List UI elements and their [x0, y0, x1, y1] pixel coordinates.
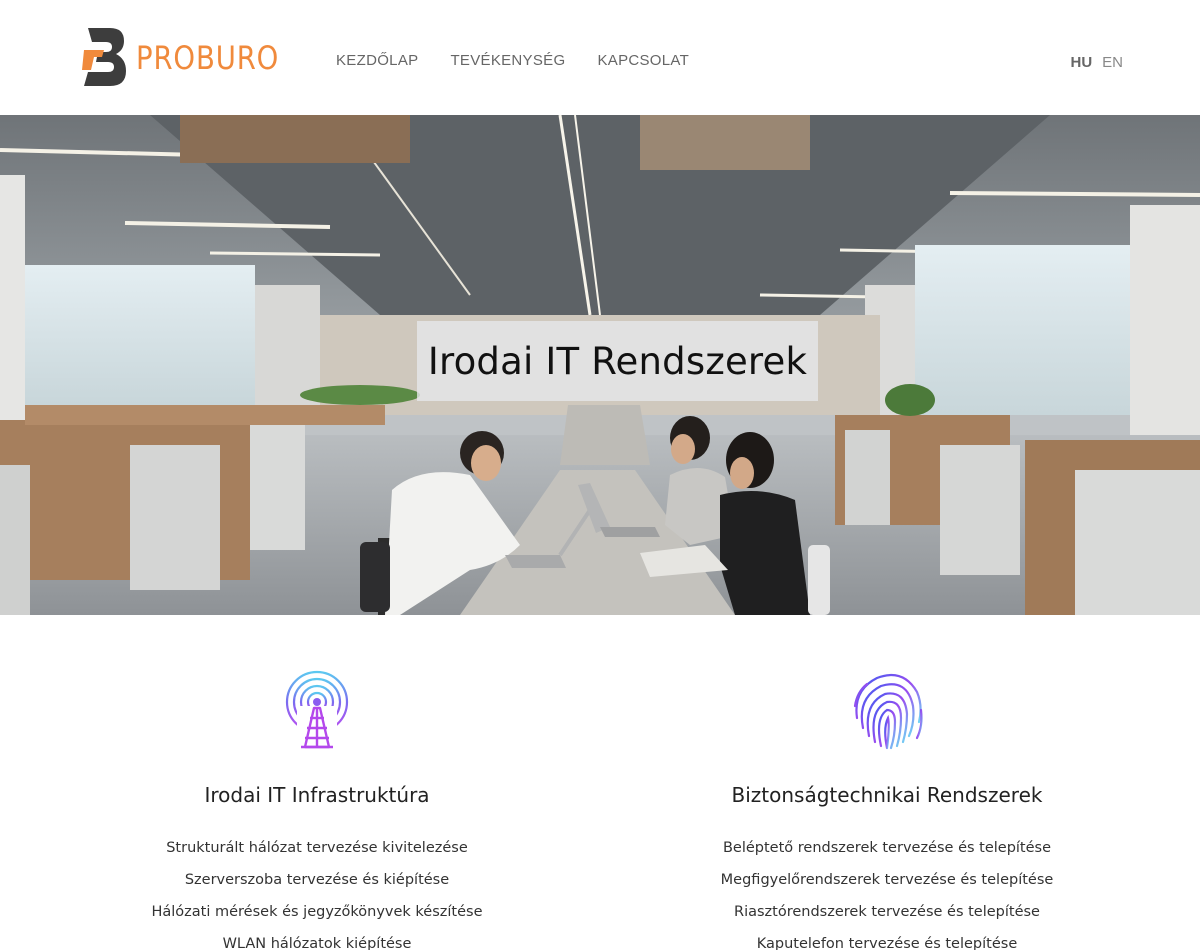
nav-item-home[interactable]: KEZDŐLAP	[336, 52, 418, 69]
service-item: Beléptető rendszerek tervezése és telepí…	[722, 840, 1052, 856]
hero-title-box: Irodai IT Rendszerek	[417, 321, 818, 401]
service-item: Riasztórendszerek tervezése és telepítés…	[734, 904, 1040, 920]
site-header: PROBURO KEZDŐLAP TEVÉKENYSÉG KAPCSOLAT H…	[0, 0, 1200, 115]
nav-item-activity[interactable]: TEVÉKENYSÉG	[450, 52, 565, 69]
service-list: Strukturált hálózat tervezése kivitelezé…	[67, 832, 567, 950]
service-column-security: Biztonságtechnikai Rendszerek Beléptető …	[637, 615, 1137, 950]
language-hu[interactable]: HU	[1070, 54, 1092, 71]
service-item: Kaputelefon tervezése és telepítése	[756, 936, 1018, 950]
service-title: Biztonságtechnikai Rendszerek	[731, 783, 1043, 807]
language-en[interactable]: EN	[1102, 54, 1123, 71]
service-item: Strukturált hálózat tervezése kivitelezé…	[166, 840, 468, 856]
service-item: Szerverszoba tervezése és kiépítése	[184, 872, 450, 888]
brand-name: PROBURO	[136, 39, 280, 77]
hero-title: Irodai IT Rendszerek	[427, 339, 808, 383]
service-column-infrastructure: Irodai IT Infrastruktúra Strukturált hál…	[67, 615, 567, 950]
service-title: Irodai IT Infrastruktúra	[204, 783, 430, 807]
logo-mark-icon	[82, 28, 126, 86]
logo[interactable]: PROBURO	[82, 26, 303, 88]
radio-tower-icon	[285, 670, 349, 750]
hero-banner: Irodai IT Rendszerek	[0, 115, 1200, 615]
service-item: WLAN hálózatok kiépítése	[222, 936, 412, 950]
service-item: Megfigyelőrendszerek tervezése és telepí…	[720, 872, 1054, 888]
nav-item-contact[interactable]: KAPCSOLAT	[597, 52, 689, 69]
fingerprint-icon	[853, 674, 923, 750]
services-section: Irodai IT Infrastruktúra Strukturált hál…	[0, 615, 1200, 950]
service-item: Hálózati mérések és jegyzőkönyvek készít…	[151, 904, 483, 920]
service-list: Beléptető rendszerek tervezése és telepí…	[637, 832, 1137, 950]
language-switcher: HU EN	[1070, 54, 1123, 71]
main-nav: KEZDŐLAP TEVÉKENYSÉG KAPCSOLAT	[336, 52, 689, 69]
